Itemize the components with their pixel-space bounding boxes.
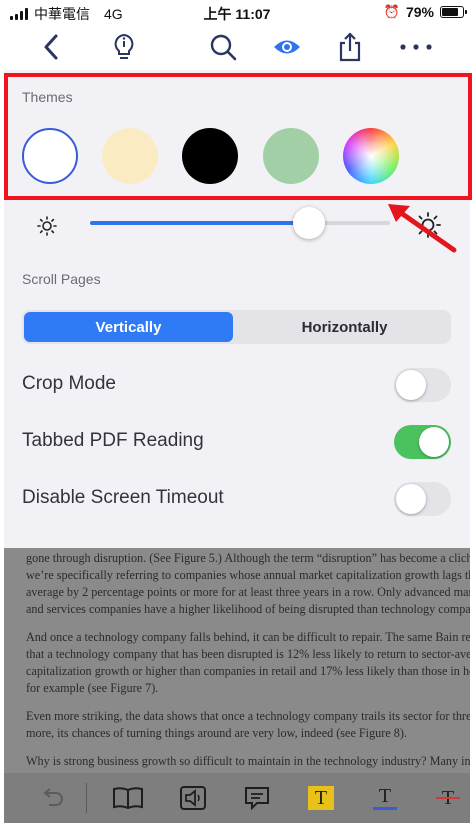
view-settings-panel: Themes Scroll Pages Vertically Horizonta… [4, 70, 472, 548]
document-line: more, its chances of turning things arou… [26, 726, 407, 740]
disable-screen-timeout-toggle[interactable] [394, 482, 451, 516]
brightness-slider-thumb[interactable] [293, 207, 325, 239]
document-line: and services companies have a higher lik… [26, 602, 470, 616]
document-paragraph: gone through disruption. (See Figure 5.)… [4, 550, 470, 618]
theme-white-swatch[interactable] [22, 128, 78, 184]
alarm-icon: ⏰ [383, 4, 400, 19]
document-text: gone through disruption. (See Figure 5.)… [4, 548, 470, 773]
tabbed-pdf-reading-label: Tabbed PDF Reading [22, 430, 204, 451]
theme-custom-color-wheel[interactable] [343, 128, 399, 184]
document-line: capitalization growth or higher than com… [26, 664, 470, 678]
document-line: that a technology company that has been … [26, 647, 470, 661]
theme-black-swatch[interactable] [182, 128, 238, 184]
theme-sepia-swatch[interactable] [102, 128, 158, 184]
document-paragraph: And once a technology company falls behi… [4, 629, 470, 697]
more-icon[interactable] [398, 30, 434, 64]
undo-icon[interactable] [36, 783, 68, 813]
bottom-divider [86, 783, 87, 813]
red-arrow-annotation [388, 204, 457, 253]
themes-label: Themes [22, 89, 73, 105]
tabbed-pdf-reading-toggle[interactable] [394, 425, 451, 459]
share-icon[interactable] [333, 30, 367, 64]
brightness-low-icon [36, 215, 58, 242]
status-bar: 中華電信 4G 上午 11:07 ⏰ 79% [0, 0, 474, 24]
status-right: ⏰ 79% [383, 4, 467, 20]
highlight-text-icon[interactable]: T [305, 783, 337, 813]
book-icon[interactable] [112, 783, 144, 813]
document-line: Why is strong business growth so difficu… [26, 754, 470, 768]
battery-icon [440, 6, 467, 18]
bottom-toolbar: T T T [4, 773, 470, 823]
document-paragraph: Even more striking, the data shows that … [4, 708, 470, 742]
disable-screen-timeout-label: Disable Screen Timeout [22, 487, 224, 508]
comment-icon[interactable] [241, 783, 273, 813]
search-icon[interactable] [206, 30, 240, 64]
document-line: average by 2 percentage points or more f… [26, 585, 470, 599]
brightness-slider-fill [90, 221, 309, 225]
document-line: for example (see Figure 7). [26, 681, 159, 695]
scroll-direction-segmented-control: Vertically Horizontally [22, 310, 451, 344]
document-line: And once a technology company falls behi… [26, 630, 470, 644]
crop-mode-toggle[interactable] [394, 368, 451, 402]
document-page-background: gone through disruption. (See Figure 5.)… [4, 548, 470, 773]
theme-green-swatch[interactable] [263, 128, 319, 184]
themes-highlight-box [4, 73, 472, 200]
eye-icon[interactable] [270, 30, 304, 64]
document-paragraph: Why is strong business growth so difficu… [4, 753, 470, 773]
scroll-pages-label: Scroll Pages [22, 271, 101, 287]
top-toolbar [0, 24, 474, 70]
read-aloud-icon[interactable] [177, 783, 209, 813]
brightness-slider-track[interactable] [90, 221, 390, 225]
strikethrough-text-icon[interactable]: T [432, 783, 464, 813]
info-bulb-icon[interactable] [107, 30, 141, 64]
scroll-horizontally-option[interactable]: Horizontally [240, 312, 449, 342]
scroll-vertically-option[interactable]: Vertically [24, 312, 233, 342]
document-line: gone through disruption. (See Figure 5.)… [26, 551, 470, 565]
crop-mode-label: Crop Mode [22, 373, 116, 394]
document-line: we’re specifically referring to companie… [26, 568, 470, 582]
underline-text-icon[interactable]: T [369, 783, 401, 813]
document-line: Even more striking, the data shows that … [26, 709, 470, 723]
battery-percent: 79% [405, 4, 434, 20]
back-icon[interactable] [34, 30, 68, 64]
